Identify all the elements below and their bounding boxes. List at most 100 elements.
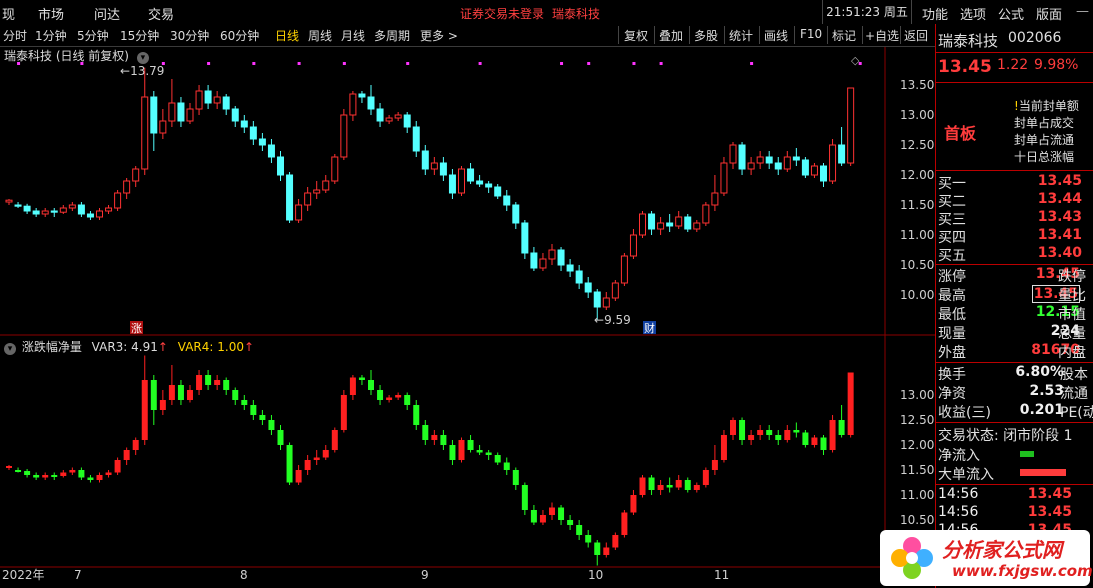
signal-dot	[560, 62, 564, 65]
menu-item-options[interactable]: 选项	[960, 4, 986, 23]
tick-row: 14:5613.45	[938, 504, 1072, 520]
candle-body	[810, 165, 818, 176]
sub-candle-body	[630, 495, 637, 513]
tab-weekly[interactable]: 周线	[308, 27, 332, 44]
x-tick: 2022年	[2, 568, 45, 582]
sub-candle-body	[241, 400, 248, 405]
menu-item-xian[interactable]: 现	[2, 4, 15, 23]
menu-item-trade[interactable]: 交易	[148, 4, 174, 23]
candle-body	[765, 156, 773, 164]
menu-item-market[interactable]: 市场	[38, 4, 64, 23]
candle-body	[421, 150, 429, 170]
minimize-icon[interactable]: —	[1076, 4, 1089, 19]
stat-row: 最高 13.45 量比	[938, 285, 1086, 304]
chevron-down-icon[interactable]: ▾	[4, 343, 16, 355]
chevron-down-icon[interactable]: ▾	[136, 52, 149, 64]
period-toolbar: 分时 1分钟 5分钟 15分钟 30分钟 60分钟 日线 周线 月线 多周期 更…	[0, 24, 935, 47]
tool-restore-rights[interactable]: 复权	[624, 27, 648, 44]
tab-30min[interactable]: 30分钟	[170, 27, 209, 44]
sub-candle-body	[168, 385, 175, 400]
tab-timeshare[interactable]: 分时	[3, 27, 27, 44]
sub-candle-body	[413, 405, 420, 425]
signal-dot	[207, 62, 211, 65]
tab-multi-period[interactable]: 多周期	[374, 27, 410, 44]
tool-draw-line[interactable]: 画线	[764, 27, 788, 44]
tool-back[interactable]: 返回	[904, 27, 928, 44]
menu-item-wenda[interactable]: 问达	[94, 4, 120, 23]
sub-candle-body	[784, 430, 791, 440]
candle-body	[801, 159, 809, 176]
y-tick: 11.00	[900, 488, 934, 502]
stat-row: 净资 2.53 流通	[938, 383, 1088, 402]
candle-body	[168, 102, 176, 122]
signal-dot	[659, 62, 663, 65]
toolbar-divider	[759, 26, 760, 44]
sub-candle-body	[739, 420, 746, 440]
candle-body	[467, 168, 475, 182]
candle-body	[322, 180, 330, 191]
tab-daily[interactable]: 日线	[275, 27, 299, 44]
tool-multi-stock[interactable]: 多股	[694, 27, 718, 44]
x-tick: 11	[714, 568, 729, 582]
candle-body	[295, 204, 303, 221]
candle-body	[557, 249, 565, 266]
candle-body	[539, 258, 547, 269]
candle-body	[114, 192, 122, 209]
sub-candle-body	[150, 380, 157, 410]
tab-more[interactable]: 更多 >	[420, 27, 458, 44]
sub-candle-body	[78, 470, 85, 478]
signal-dot	[632, 62, 636, 65]
candle-body	[593, 291, 601, 308]
candle-body	[186, 108, 194, 122]
x-tick: 10	[588, 568, 603, 582]
candle-body	[277, 156, 284, 176]
sub-candle-body	[96, 475, 103, 480]
candle-body	[349, 93, 357, 116]
kline-chart[interactable]: 13.50 13.00 12.50 12.00 11.50 11.00 10.5…	[0, 47, 935, 588]
menu-item-formula[interactable]: 公式	[998, 4, 1024, 23]
tab-5min[interactable]: 5分钟	[77, 27, 109, 44]
x-tick: 9	[421, 568, 429, 582]
candle-body	[838, 144, 846, 164]
tab-60min[interactable]: 60分钟	[220, 27, 259, 44]
menu-item-layout[interactable]: 版面	[1036, 4, 1062, 23]
toolbar-divider	[654, 26, 655, 44]
tool-overlay[interactable]: 叠加	[659, 27, 683, 44]
sub-candle-body	[386, 397, 393, 400]
candle-body	[240, 120, 248, 128]
diamond-icon[interactable]: ◇	[851, 54, 860, 67]
tool-statistics[interactable]: 统计	[729, 27, 753, 44]
toolbar-divider	[618, 26, 619, 44]
sub-candle-body	[485, 452, 492, 455]
candle-body	[222, 96, 230, 110]
big-inflow-bar	[1020, 469, 1066, 476]
candle-body	[385, 117, 393, 122]
login-notice[interactable]: 证券交易未登录	[460, 5, 544, 22]
sub-candle-body	[177, 385, 184, 400]
tool-mark[interactable]: 标记	[832, 27, 856, 44]
menu-item-function[interactable]: 功能	[922, 4, 948, 23]
high-annotation: ←13.79	[120, 64, 164, 78]
candle-body	[548, 249, 556, 260]
sub-candle-body	[440, 435, 447, 445]
stock-notice[interactable]: 瑞泰科技	[552, 5, 600, 22]
sub-candle-body	[205, 375, 212, 385]
candle-body	[231, 108, 239, 122]
candle-body	[611, 282, 619, 299]
tool-f10[interactable]: F10	[800, 27, 822, 41]
candle-body	[829, 144, 837, 182]
sub-candle-body	[42, 475, 49, 478]
tool-add-watchlist[interactable]: +自选	[865, 27, 899, 44]
sub-y-axis: 13.00 12.50 12.00 11.50 11.00 10.50	[900, 388, 934, 527]
sub-candle-body	[223, 380, 230, 390]
sub-candle-body	[847, 372, 854, 435]
tab-1min[interactable]: 1分钟	[35, 27, 67, 44]
candle-body	[267, 144, 275, 158]
sub-candle-body	[558, 507, 565, 520]
sub-candle-body	[6, 466, 12, 468]
tab-monthly[interactable]: 月线	[341, 27, 365, 44]
candle-body	[14, 204, 22, 207]
candle-body	[141, 96, 149, 170]
sub-candle-body	[295, 470, 302, 483]
tab-15min[interactable]: 15分钟	[120, 27, 159, 44]
